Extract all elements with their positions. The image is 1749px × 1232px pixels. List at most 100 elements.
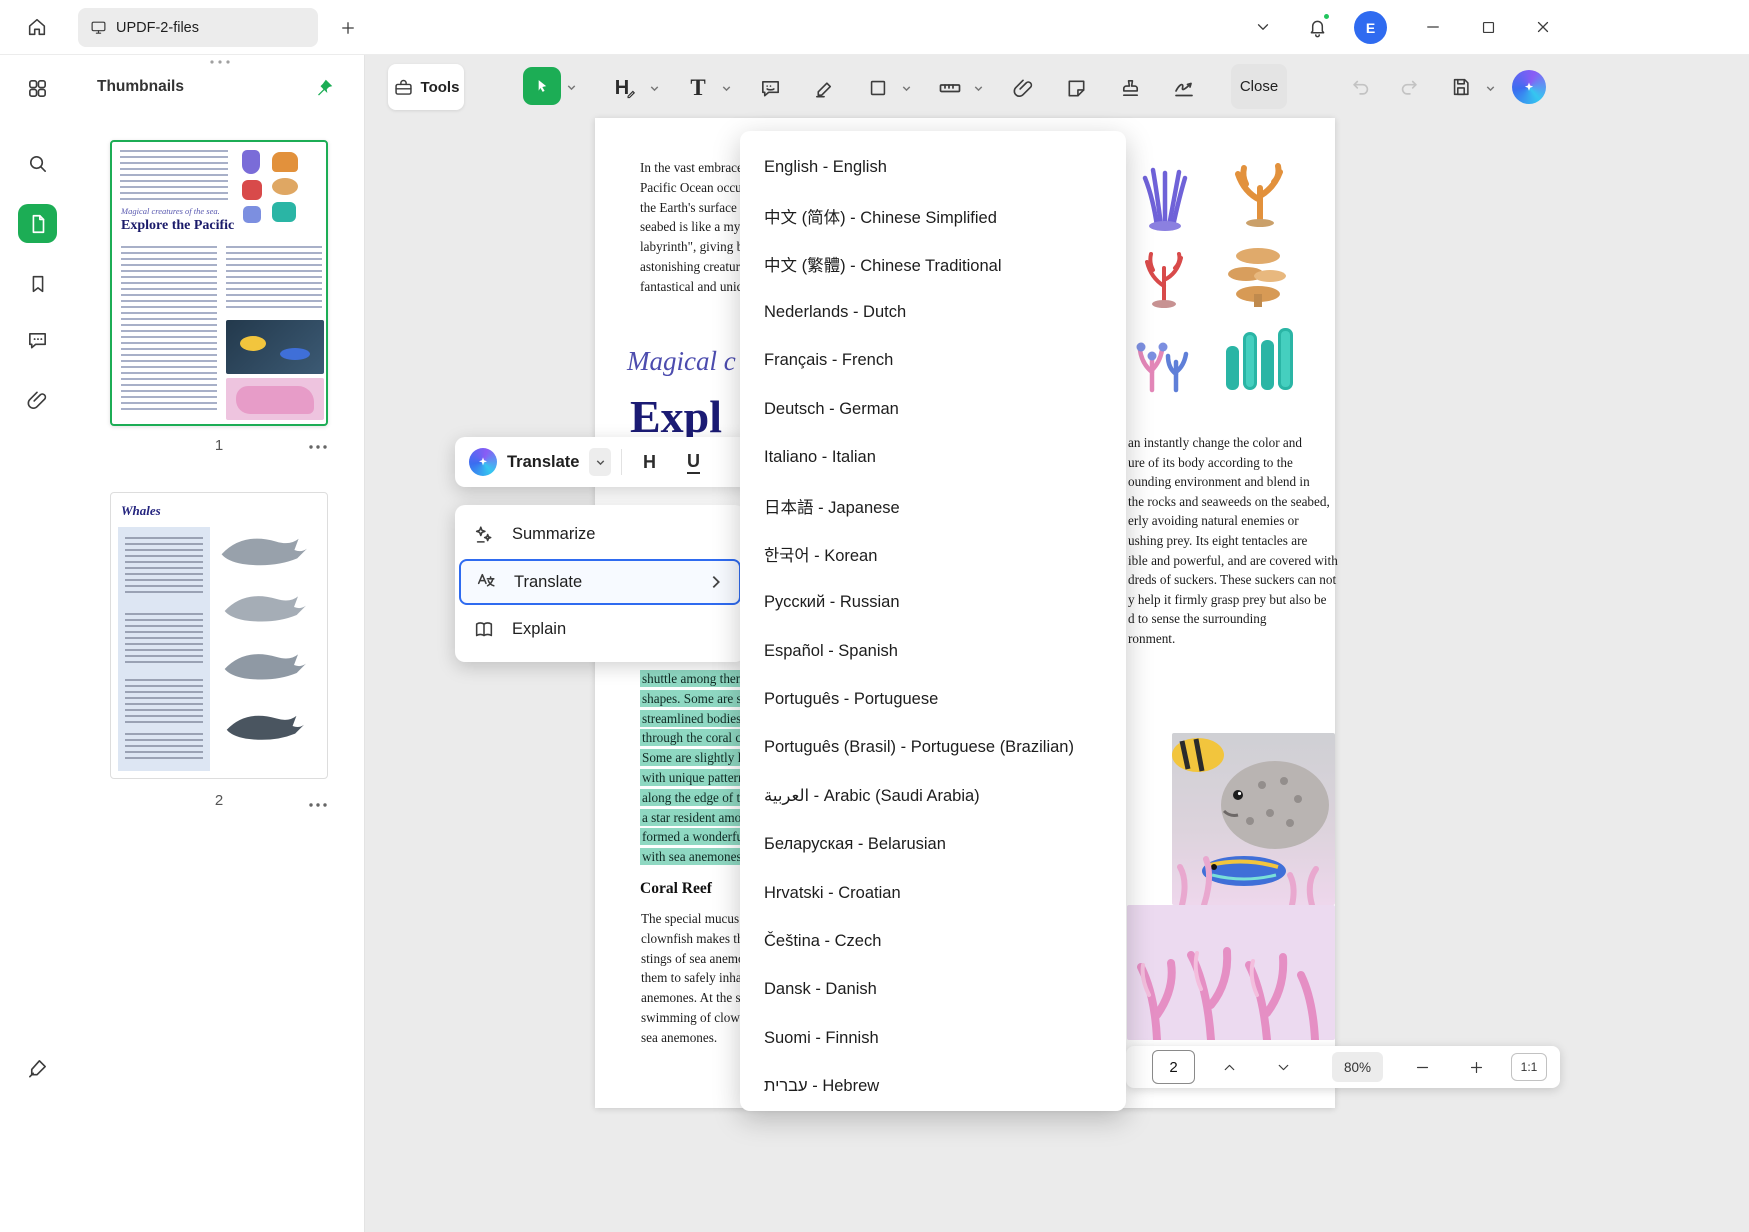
- pink-coral-photo: [1127, 905, 1335, 1040]
- language-option[interactable]: Français - French: [740, 337, 1126, 385]
- menu-item-explain[interactable]: Explain: [455, 605, 745, 654]
- select-tool-chevron[interactable]: [563, 79, 579, 95]
- language-option[interactable]: Suomi - Finnish: [740, 1014, 1126, 1062]
- pin-panel-button[interactable]: [309, 73, 339, 103]
- language-option[interactable]: Italiano - Italian: [740, 433, 1126, 481]
- previous-page-button[interactable]: [1216, 1054, 1242, 1080]
- sidebar-item-apps[interactable]: [18, 69, 57, 108]
- language-option[interactable]: Беларуская - Belarusian: [740, 820, 1126, 868]
- translate-quick-button[interactable]: Translate: [507, 453, 579, 472]
- next-page-button[interactable]: [1270, 1054, 1296, 1080]
- maximize-button[interactable]: [1473, 12, 1503, 42]
- minimize-button[interactable]: [1418, 12, 1448, 42]
- attachment-tool-button[interactable]: [1005, 70, 1041, 106]
- zoom-level-display[interactable]: 80%: [1332, 1052, 1383, 1082]
- document-tab[interactable]: UPDF-2-files: [78, 8, 318, 47]
- orange-coral-illustration: [1222, 158, 1297, 228]
- panel-title: Thumbnails: [97, 78, 184, 96]
- language-option[interactable]: עברית - Hebrew: [740, 1062, 1126, 1110]
- teal-coral-illustration: [1222, 318, 1300, 393]
- highlight-format-button[interactable]: H: [632, 445, 666, 479]
- close-tools-button[interactable]: Close: [1231, 64, 1287, 109]
- home-button[interactable]: [20, 10, 54, 44]
- notifications-button[interactable]: [1302, 12, 1332, 42]
- language-option[interactable]: Español - Spanish: [740, 627, 1126, 675]
- comment-tool-button[interactable]: [752, 70, 788, 106]
- text-line: the rocks and seaweeds on the seabed,: [1128, 492, 1338, 512]
- page-number-label: 2: [110, 792, 328, 809]
- language-option[interactable]: Deutsch - German: [740, 385, 1126, 433]
- tools-button[interactable]: Tools: [388, 64, 464, 110]
- translate-options-chevron[interactable]: [589, 448, 611, 476]
- right-column-paragraph: an instantly change the color andure of …: [1128, 433, 1338, 649]
- red-coral-illustration: [1133, 246, 1195, 308]
- language-option[interactable]: Português (Brasil) - Portuguese (Brazili…: [740, 724, 1126, 772]
- thumb1-coral-grid: [238, 148, 324, 234]
- cursor-icon: [532, 76, 552, 96]
- actual-size-button[interactable]: 1:1: [1511, 1053, 1547, 1081]
- language-option[interactable]: Nederlands - Dutch: [740, 288, 1126, 336]
- thumb1-intro-text: [120, 150, 228, 202]
- thumb1-left-column: [121, 246, 217, 414]
- text-tool-chevron[interactable]: [718, 80, 734, 96]
- toolbar-collapse-button[interactable]: [1248, 12, 1278, 42]
- measure-tool-button[interactable]: [932, 70, 968, 106]
- sidebar-item-search[interactable]: [18, 144, 57, 183]
- language-option[interactable]: 中文 (简体) - Chinese Simplified: [740, 191, 1126, 239]
- menu-item-summarize[interactable]: Summarize: [455, 510, 745, 559]
- text-line: ronment.: [1128, 629, 1338, 649]
- book-icon: [473, 619, 495, 641]
- sidebar-item-comments[interactable]: [18, 321, 57, 360]
- language-option[interactable]: Dansk - Danish: [740, 966, 1126, 1014]
- thumb2-whale-2: [219, 587, 313, 627]
- new-tab-button[interactable]: [334, 14, 361, 41]
- zoom-out-button[interactable]: [1409, 1054, 1435, 1080]
- page-thumbnail-1[interactable]: Magical creatures of the sea. Explore th…: [110, 140, 328, 426]
- page-thumbnail-2[interactable]: Whales: [110, 492, 328, 779]
- heading-tool-button[interactable]: H: [608, 70, 644, 106]
- language-option[interactable]: Русский - Russian: [740, 579, 1126, 627]
- highlighter-tool-button[interactable]: [806, 70, 842, 106]
- heading-tool-chevron[interactable]: [646, 80, 662, 96]
- thumb2-left-panel: [118, 527, 210, 771]
- sidebar-item-markup-pen[interactable]: [18, 1049, 57, 1088]
- translate-icon: [475, 571, 497, 593]
- menu-item-translate[interactable]: Translate: [459, 559, 741, 605]
- shape-tool-button[interactable]: [860, 70, 896, 106]
- language-option[interactable]: Português - Portuguese: [740, 675, 1126, 723]
- sidebar-item-attachments[interactable]: [18, 381, 57, 420]
- undo-button[interactable]: [1346, 72, 1376, 102]
- sidebar-item-thumbnails[interactable]: [18, 204, 57, 243]
- zoom-in-button[interactable]: [1463, 1054, 1489, 1080]
- page-number-label: 1: [110, 437, 328, 454]
- close-window-button[interactable]: [1528, 12, 1558, 42]
- select-tool-button[interactable]: [523, 67, 561, 105]
- language-option[interactable]: 中文 (繁體) - Chinese Traditional: [740, 240, 1126, 288]
- ai-assistant-button[interactable]: [1512, 70, 1546, 104]
- language-option[interactable]: Hrvatski - Croatian: [740, 869, 1126, 917]
- language-option[interactable]: 日本語 - Japanese: [740, 482, 1126, 530]
- save-button[interactable]: [1446, 72, 1476, 102]
- shape-tool-chevron[interactable]: [898, 80, 914, 96]
- account-avatar[interactable]: E: [1354, 11, 1387, 44]
- text-tool-button[interactable]: T: [680, 70, 716, 106]
- language-option[interactable]: 한국어 - Korean: [740, 530, 1126, 578]
- language-option[interactable]: العربية - Arabic (Saudi Arabia): [740, 772, 1126, 820]
- page-number-input[interactable]: 2: [1152, 1050, 1195, 1084]
- stamp-tool-button[interactable]: [1112, 70, 1148, 106]
- redo-button[interactable]: [1394, 72, 1424, 102]
- save-options-chevron[interactable]: [1482, 80, 1498, 96]
- language-option[interactable]: English - English: [740, 143, 1126, 191]
- underline-format-button[interactable]: U: [676, 445, 710, 479]
- sidebar-item-bookmarks[interactable]: [18, 264, 57, 303]
- sticker-tool-button[interactable]: [1058, 70, 1094, 106]
- text-line: an instantly change the color and: [1128, 433, 1338, 453]
- language-option[interactable]: Čeština - Czech: [740, 917, 1126, 965]
- left-icon-rail: [0, 55, 75, 1232]
- reef-fish-photo: [1172, 733, 1335, 905]
- measure-tool-chevron[interactable]: [970, 80, 986, 96]
- thumb1-options-button[interactable]: [305, 437, 331, 457]
- signature-tool-button[interactable]: [1166, 70, 1202, 106]
- thumb2-options-button[interactable]: [305, 795, 331, 815]
- panel-drag-handle[interactable]: [200, 55, 240, 69]
